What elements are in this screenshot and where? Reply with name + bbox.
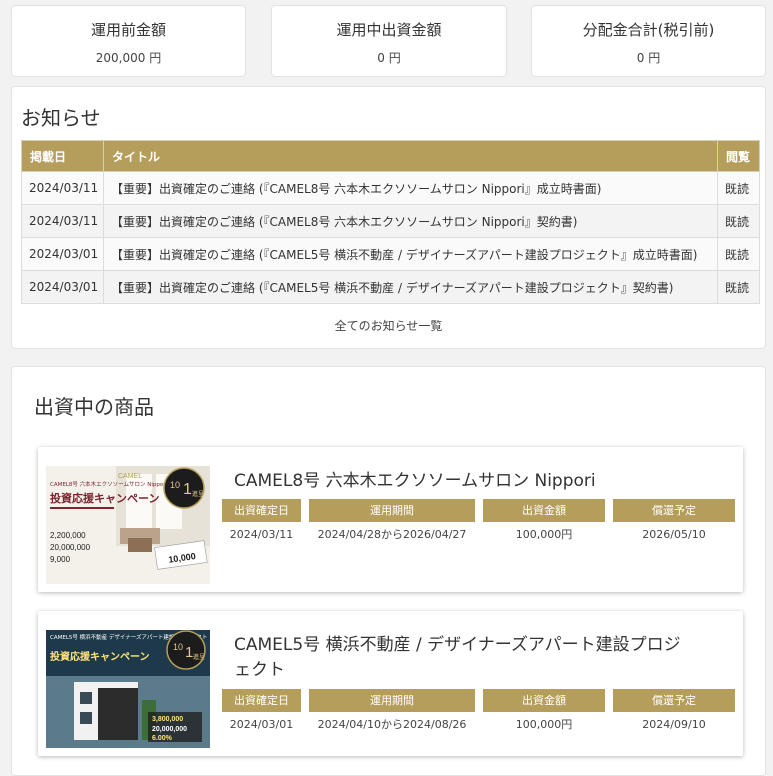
product-details: 出資確定日 運用期間 出資金額 償還予定 2024/03/11 2024/04/…	[222, 499, 735, 548]
all-news-link[interactable]: 全てのお知らせ一覧	[12, 317, 765, 334]
value-amount: 100,000円	[515, 528, 573, 541]
news-date: 2024/03/11	[21, 171, 104, 205]
col-header-read: 閲覧	[717, 140, 760, 172]
svg-text:10: 10	[173, 642, 183, 652]
stat-card-invested: 運用中出資金額 0 円	[271, 5, 507, 77]
news-title-link[interactable]: 【重要】出資確定のご連絡 (『CAMEL5号 横浜不動産 / デザイナーズアパー…	[103, 237, 718, 271]
value-amount: 100,000円	[515, 718, 573, 731]
value-redemption: 2026/05/10	[642, 528, 706, 541]
stat-value: 200,000 円	[95, 51, 162, 65]
col-header-date: 掲載日	[21, 140, 104, 172]
news-title-link[interactable]: 【重要】出資確定のご連絡 (『CAMEL8号 六本木エクソソームサロン Nipp…	[103, 171, 718, 205]
news-date: 2024/03/01	[21, 270, 104, 304]
campaign-banner-image: CAMEL5号 横浜不動産 デザイナーズアパート建設プロジェクト 投資応援キャン…	[46, 630, 210, 748]
svg-text:9,000: 9,000	[50, 555, 71, 564]
svg-text:進呈: 進呈	[193, 653, 205, 661]
news-title-link[interactable]: 【重要】出資確定のご連絡 (『CAMEL8号 六本木エクソソームサロン Nipp…	[103, 204, 718, 238]
product-details: 出資確定日 運用期間 出資金額 償還予定 2024/03/01 2024/04/…	[222, 689, 735, 738]
news-date: 2024/03/01	[21, 237, 104, 271]
product-thumbnail[interactable]: CAMEL CAMEL8号 六本木エクソソームサロン Nippori 投資応援キ…	[46, 466, 210, 584]
value-period: 2024/04/10から2024/08/26	[317, 718, 467, 731]
header-redemption: 償還予定	[613, 499, 735, 522]
product-thumbnail[interactable]: CAMEL5号 横浜不動産 デザイナーズアパート建設プロジェクト 投資応援キャン…	[46, 630, 210, 748]
news-read-status: 既読	[717, 270, 760, 304]
header-period: 運用期間	[309, 689, 475, 712]
news-row[interactable]: 2024/03/11 【重要】出資確定のご連絡 (『CAMEL8号 六本木エクソ…	[21, 171, 760, 205]
svg-text:3,800,000: 3,800,000	[152, 716, 183, 723]
svg-text:20,000,000: 20,000,000	[50, 543, 91, 552]
products-title: 出資中の商品	[34, 395, 154, 419]
product-card[interactable]: CAMEL CAMEL8号 六本木エクソソームサロン Nippori 投資応援キ…	[38, 447, 743, 592]
svg-text:10: 10	[170, 480, 180, 490]
value-confirmed-date: 2024/03/01	[229, 718, 294, 731]
news-read-status: 既読	[717, 171, 760, 205]
header-amount: 出資金額	[483, 499, 605, 522]
news-read-status: 既読	[717, 204, 760, 238]
svg-text:2,200,000: 2,200,000	[50, 531, 86, 540]
news-row[interactable]: 2024/03/11 【重要】出資確定のご連絡 (『CAMEL8号 六本木エクソ…	[21, 204, 760, 238]
stat-label: 運用中出資金額	[336, 21, 442, 39]
svg-text:投資応援キャンペーン: 投資応援キャンペーン	[50, 491, 159, 505]
news-table: 掲載日 タイトル 閲覧 2024/03/11 【重要】出資確定のご連絡 (『CA…	[21, 140, 760, 304]
news-header-row: 掲載日 タイトル 閲覧	[21, 140, 760, 172]
svg-text:投資応援キャンペーン: 投資応援キャンペーン	[50, 650, 150, 663]
news-title-link[interactable]: 【重要】出資確定のご連絡 (『CAMEL5号 横浜不動産 / デザイナーズアパー…	[103, 270, 718, 304]
value-redemption: 2024/09/10	[642, 718, 706, 731]
svg-text:CAMEL: CAMEL	[118, 473, 142, 480]
svg-text:進呈: 進呈	[192, 490, 204, 498]
campaign-banner-image: CAMEL CAMEL8号 六本木エクソソームサロン Nippori 投資応援キ…	[46, 466, 210, 584]
news-title: お知らせ	[21, 106, 101, 130]
news-read-status: 既読	[717, 237, 760, 271]
header-period: 運用期間	[309, 499, 475, 522]
header-amount: 出資金額	[483, 689, 605, 712]
value-confirmed-date: 2024/03/11	[229, 528, 294, 541]
stat-card-distribution: 分配金合計(税引前) 0 円	[531, 5, 766, 77]
value-period: 2024/04/28から2026/04/27	[317, 528, 467, 541]
stat-label: 運用前金額	[90, 21, 166, 39]
news-date: 2024/03/11	[21, 204, 104, 238]
stat-card-pre-operation: 運用前金額 200,000 円	[11, 5, 246, 77]
stat-label: 分配金合計(税引前)	[582, 21, 715, 39]
header-redemption: 償還予定	[613, 689, 735, 712]
stat-value: 0 円	[636, 51, 661, 65]
products-panel: 出資中の商品 CAMEL CAMEL8号 六本木エクソソームサロン Nippor…	[11, 366, 766, 776]
header-confirmed-date: 出資確定日	[222, 499, 301, 522]
product-card[interactable]: CAMEL5号 横浜不動産 デザイナーズアパート建設プロジェクト 投資応援キャン…	[38, 611, 743, 756]
svg-text:1: 1	[183, 481, 192, 498]
svg-text:6.00%: 6.00%	[152, 735, 173, 742]
product-name[interactable]: CAMEL8号 六本木エクソソームサロン Nippori	[234, 469, 684, 494]
stat-value: 0 円	[377, 51, 401, 65]
news-row[interactable]: 2024/03/01 【重要】出資確定のご連絡 (『CAMEL5号 横浜不動産 …	[21, 237, 760, 271]
svg-text:CAMEL8号 六本木エクソソームサロン Nippori: CAMEL8号 六本木エクソソームサロン Nippori	[50, 480, 167, 488]
header-confirmed-date: 出資確定日	[222, 689, 301, 712]
news-row[interactable]: 2024/03/01 【重要】出資確定のご連絡 (『CAMEL5号 横浜不動産 …	[21, 270, 760, 304]
col-header-title: タイトル	[103, 140, 718, 172]
news-panel: お知らせ 掲載日 タイトル 閲覧 2024/03/11 【重要】出資確定のご連絡…	[11, 86, 766, 349]
product-name[interactable]: CAMEL5号 横浜不動産 / デザイナーズアパート建設プロジェクト	[234, 633, 684, 683]
svg-text:20,000,000: 20,000,000	[152, 726, 187, 733]
